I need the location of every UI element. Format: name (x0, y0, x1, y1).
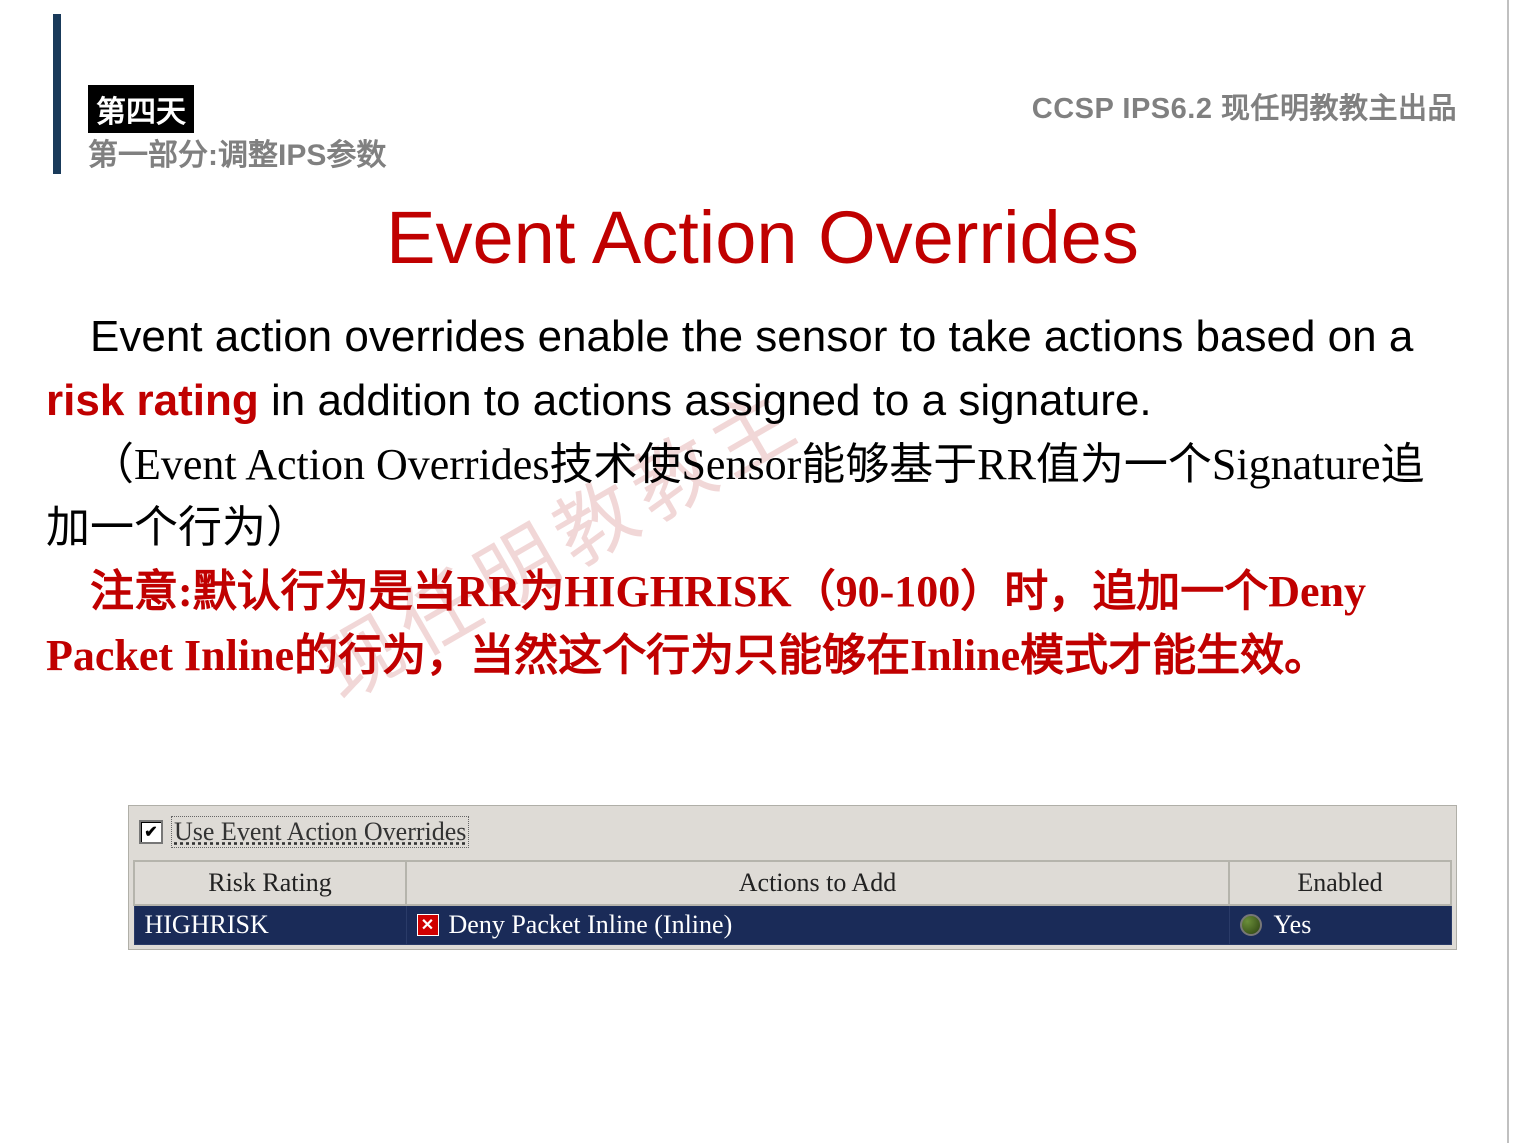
header-day: 第四天 (88, 85, 194, 133)
p1-lead: Event action overrides enable the sensor… (90, 312, 1413, 361)
checkbox-icon[interactable]: ✔ (139, 820, 163, 844)
col-risk-rating[interactable]: Risk Rating (134, 861, 406, 905)
status-dot-icon (1240, 914, 1262, 936)
p1-tail: in addition to actions assigned to a sig… (259, 376, 1152, 425)
checkbox-row[interactable]: ✔ Use Event Action Overrides (133, 812, 1452, 860)
cell-action-text: Deny Packet Inline (Inline) (449, 910, 733, 940)
col-enabled[interactable]: Enabled (1229, 861, 1451, 905)
paragraph-2: （Event Action Overrides技术使Sensor能够基于RR值为… (46, 433, 1467, 561)
body-text: Event action overrides enable the sensor… (46, 305, 1467, 688)
slide-title: Event Action Overrides (18, 195, 1507, 280)
col-actions-to-add[interactable]: Actions to Add (406, 861, 1229, 905)
accent-bar (53, 14, 61, 174)
table-row[interactable]: HIGHRISK ✕ Deny Packet Inline (Inline) Y… (134, 905, 1451, 945)
checkbox-label: Use Event Action Overrides (171, 816, 469, 848)
overrides-table: Risk Rating Actions to Add Enabled HIGHR… (133, 860, 1452, 945)
paragraph-1: Event action overrides enable the sensor… (46, 305, 1467, 433)
header-section: 第一部分:调整IPS参数 (88, 130, 386, 174)
header-brand: CCSP IPS6.2 现任明教教主出品 (1032, 85, 1457, 127)
cell-risk: HIGHRISK (134, 905, 406, 945)
overrides-panel: ✔ Use Event Action Overrides Risk Rating… (128, 805, 1457, 950)
paragraph-3: 注意:默认行为是当RR为HIGHRISK（90-100）时，追加一个Deny P… (46, 560, 1467, 688)
cell-action: ✕ Deny Packet Inline (Inline) (406, 905, 1229, 945)
cell-enabled-text: Yes (1274, 910, 1312, 940)
table-header-row: Risk Rating Actions to Add Enabled (134, 861, 1451, 905)
cell-enabled: Yes (1229, 905, 1451, 945)
p1-emphasis: risk rating (46, 376, 259, 425)
slide: 第四天 第一部分:调整IPS参数 CCSP IPS6.2 现任明教教主出品 Ev… (0, 0, 1525, 1143)
deny-icon: ✕ (417, 914, 439, 936)
slide-inner: 第四天 第一部分:调整IPS参数 CCSP IPS6.2 现任明教教主出品 Ev… (18, 0, 1509, 1143)
